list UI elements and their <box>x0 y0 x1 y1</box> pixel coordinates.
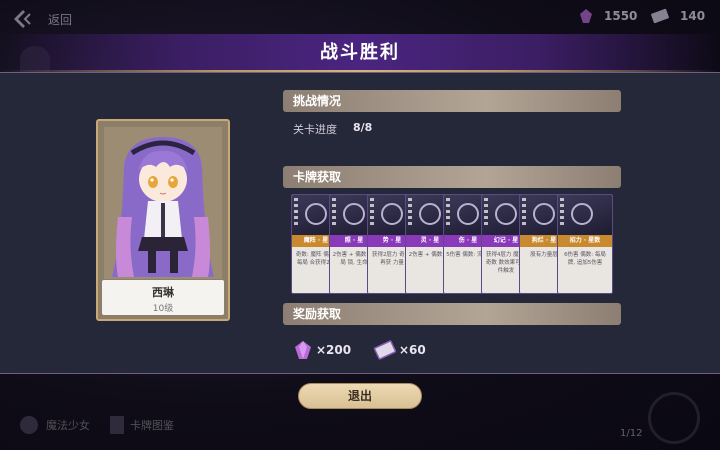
crystal-reward: ×200 <box>292 340 351 360</box>
ticket-counter: 140 <box>650 8 705 24</box>
cards-header-label: 卡牌获取 <box>293 170 342 184</box>
card-item[interactable]: 招力 · 星数 6伤害 偶数: 每局 牌, 追加5伤害 <box>557 194 613 294</box>
top-bar: 返回 1550 140 <box>0 0 720 36</box>
bottom-nav-girl: 魔法少女 <box>20 416 90 434</box>
ticket-icon <box>373 340 397 360</box>
rewards-header: 奖励获取 <box>283 303 621 325</box>
card-emblem-icon <box>381 203 403 225</box>
crystal-icon <box>295 341 311 359</box>
crystal-counter: 1550 <box>578 8 637 24</box>
character-name: 西琳 <box>152 286 174 299</box>
card-emblem-icon <box>533 203 555 225</box>
card-desc: 6伤害 偶数: 每局 牌, 追加5伤害 <box>564 252 606 266</box>
card-list: 魔阵 · 星 奇数: 魔阵 偶数: 每局 合获得2层 照 · 星 2伤害 + 偶… <box>291 194 617 296</box>
card-art <box>558 195 612 235</box>
ticket-count: 140 <box>680 9 706 23</box>
challenge-header-label: 挑战情况 <box>293 94 342 108</box>
page-title: 战斗胜利 <box>320 42 400 63</box>
crystal-count: 1550 <box>604 9 638 23</box>
card-emblem-icon <box>571 203 593 225</box>
stage-progress-label: 关卡进度 <box>293 123 337 136</box>
round-emblem-icon <box>648 392 700 444</box>
bottom-nav-cards-label: 卡牌图鉴 <box>130 419 174 432</box>
ticket-reward: ×60 <box>373 340 426 360</box>
back-arrow-icon <box>14 10 31 28</box>
bottom-nav-girl-label: 魔法少女 <box>46 419 90 432</box>
stage-progress: 关卡进度 8/8 <box>293 121 372 137</box>
character-portrait <box>104 127 222 279</box>
girl-icon <box>20 416 38 434</box>
card-emblem-icon <box>495 203 517 225</box>
ticket-icon <box>651 8 669 24</box>
exit-button[interactable]: 退出 <box>298 383 422 409</box>
character-illustration <box>112 137 214 277</box>
card-book-icon <box>110 416 124 434</box>
ticket-reward-amount: ×60 <box>399 343 426 357</box>
card-emblem-icon <box>343 203 365 225</box>
crystal-icon <box>580 9 592 23</box>
cards-header: 卡牌获取 <box>283 166 621 188</box>
back-button[interactable]: 返回 <box>12 8 92 30</box>
stage-progress-value: 8/8 <box>353 121 373 134</box>
crystal-reward-amount: ×200 <box>316 343 352 357</box>
character-level: 10级 <box>152 304 174 314</box>
title-bar: 战斗胜利 <box>0 34 720 72</box>
character-card: 西琳 10级 <box>96 119 230 321</box>
bottom-nav-cards: 卡牌图鉴 <box>110 416 174 434</box>
card-tag: 招力 · 星数 <box>558 235 612 247</box>
page-indicator: 1/12 <box>620 428 643 439</box>
card-emblem-icon <box>457 203 479 225</box>
back-label: 返回 <box>48 12 73 27</box>
challenge-header: 挑战情况 <box>283 90 621 112</box>
card-emblem-icon <box>305 203 327 225</box>
character-nameplate: 西琳 10级 <box>102 280 224 315</box>
card-emblem-icon <box>419 203 441 225</box>
rewards-header-label: 奖励获取 <box>293 307 342 321</box>
